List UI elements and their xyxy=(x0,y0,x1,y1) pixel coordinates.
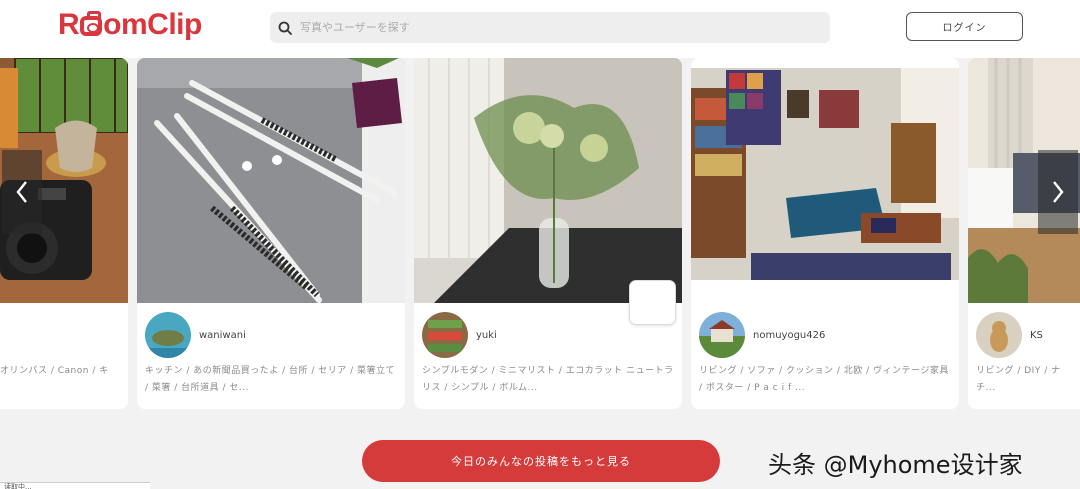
chevron-left-icon xyxy=(16,181,27,203)
post-user[interactable]: yuki xyxy=(422,312,497,358)
post-tags[interactable]: リビング / DIY / ナチ... xyxy=(976,363,1072,397)
search-icon xyxy=(278,21,292,35)
username[interactable]: yuki xyxy=(476,330,497,341)
username[interactable]: KS xyxy=(1030,330,1043,341)
search-bar[interactable] xyxy=(270,12,830,43)
avatar[interactable] xyxy=(976,312,1022,358)
watermark: 头条 @Myhome设计家 xyxy=(768,451,1023,479)
post-tags[interactable]: リビング / ソファ / クッション / 北欧 / ヴィンテージ家具 / ポスタ… xyxy=(699,363,951,397)
search-input[interactable] xyxy=(300,21,800,34)
login-button[interactable]: ログイン xyxy=(906,12,1023,41)
post-user[interactable]: nomuyogu426 xyxy=(699,312,825,358)
post-card[interactable]: waniwani キッチン / あの新聞品買ったよ / 台所 / セリア / 菜… xyxy=(137,58,405,409)
carousel-prev-button[interactable] xyxy=(2,150,42,234)
logo-camera-icon xyxy=(80,11,103,36)
username[interactable]: waniwani xyxy=(199,330,246,341)
avatar[interactable] xyxy=(145,312,191,358)
loading-status: 读取中... xyxy=(0,482,150,489)
avatar[interactable] xyxy=(422,312,468,358)
post-tags[interactable]: オリンパス / Canon / キ xyxy=(0,363,120,380)
post-tags[interactable]: キッチン / あの新聞品買ったよ / 台所 / セリア / 菜箸立て / 菜箸 … xyxy=(145,363,397,397)
post-user[interactable]: waniwani xyxy=(145,312,246,358)
post-user[interactable]: KS xyxy=(976,312,1043,358)
post-card[interactable]: nomuyogu426 リビング / ソファ / クッション / 北欧 / ヴィ… xyxy=(691,58,959,409)
post-photo[interactable] xyxy=(137,58,405,303)
post-photo[interactable] xyxy=(414,58,682,303)
post-photo[interactable] xyxy=(691,68,959,280)
chevron-right-icon xyxy=(1053,181,1064,203)
avatar[interactable] xyxy=(699,312,745,358)
carousel-next-button[interactable] xyxy=(1038,150,1078,234)
floating-action-box[interactable] xyxy=(629,280,676,325)
post-tags[interactable]: シンプルモダン / ミニマリスト / エコカラット ニュートラリス / シンプル… xyxy=(422,363,674,397)
roomclip-logo[interactable]: RomClip xyxy=(58,8,202,42)
see-more-posts-button[interactable]: 今日のみんなの投稿をもっと見る xyxy=(362,440,720,482)
username[interactable]: nomuyogu426 xyxy=(753,330,825,341)
post-card[interactable]: yuki シンプルモダン / ミニマリスト / エコカラット ニュートラリス /… xyxy=(414,58,682,409)
site-header: RomClip ログイン xyxy=(0,0,1080,58)
